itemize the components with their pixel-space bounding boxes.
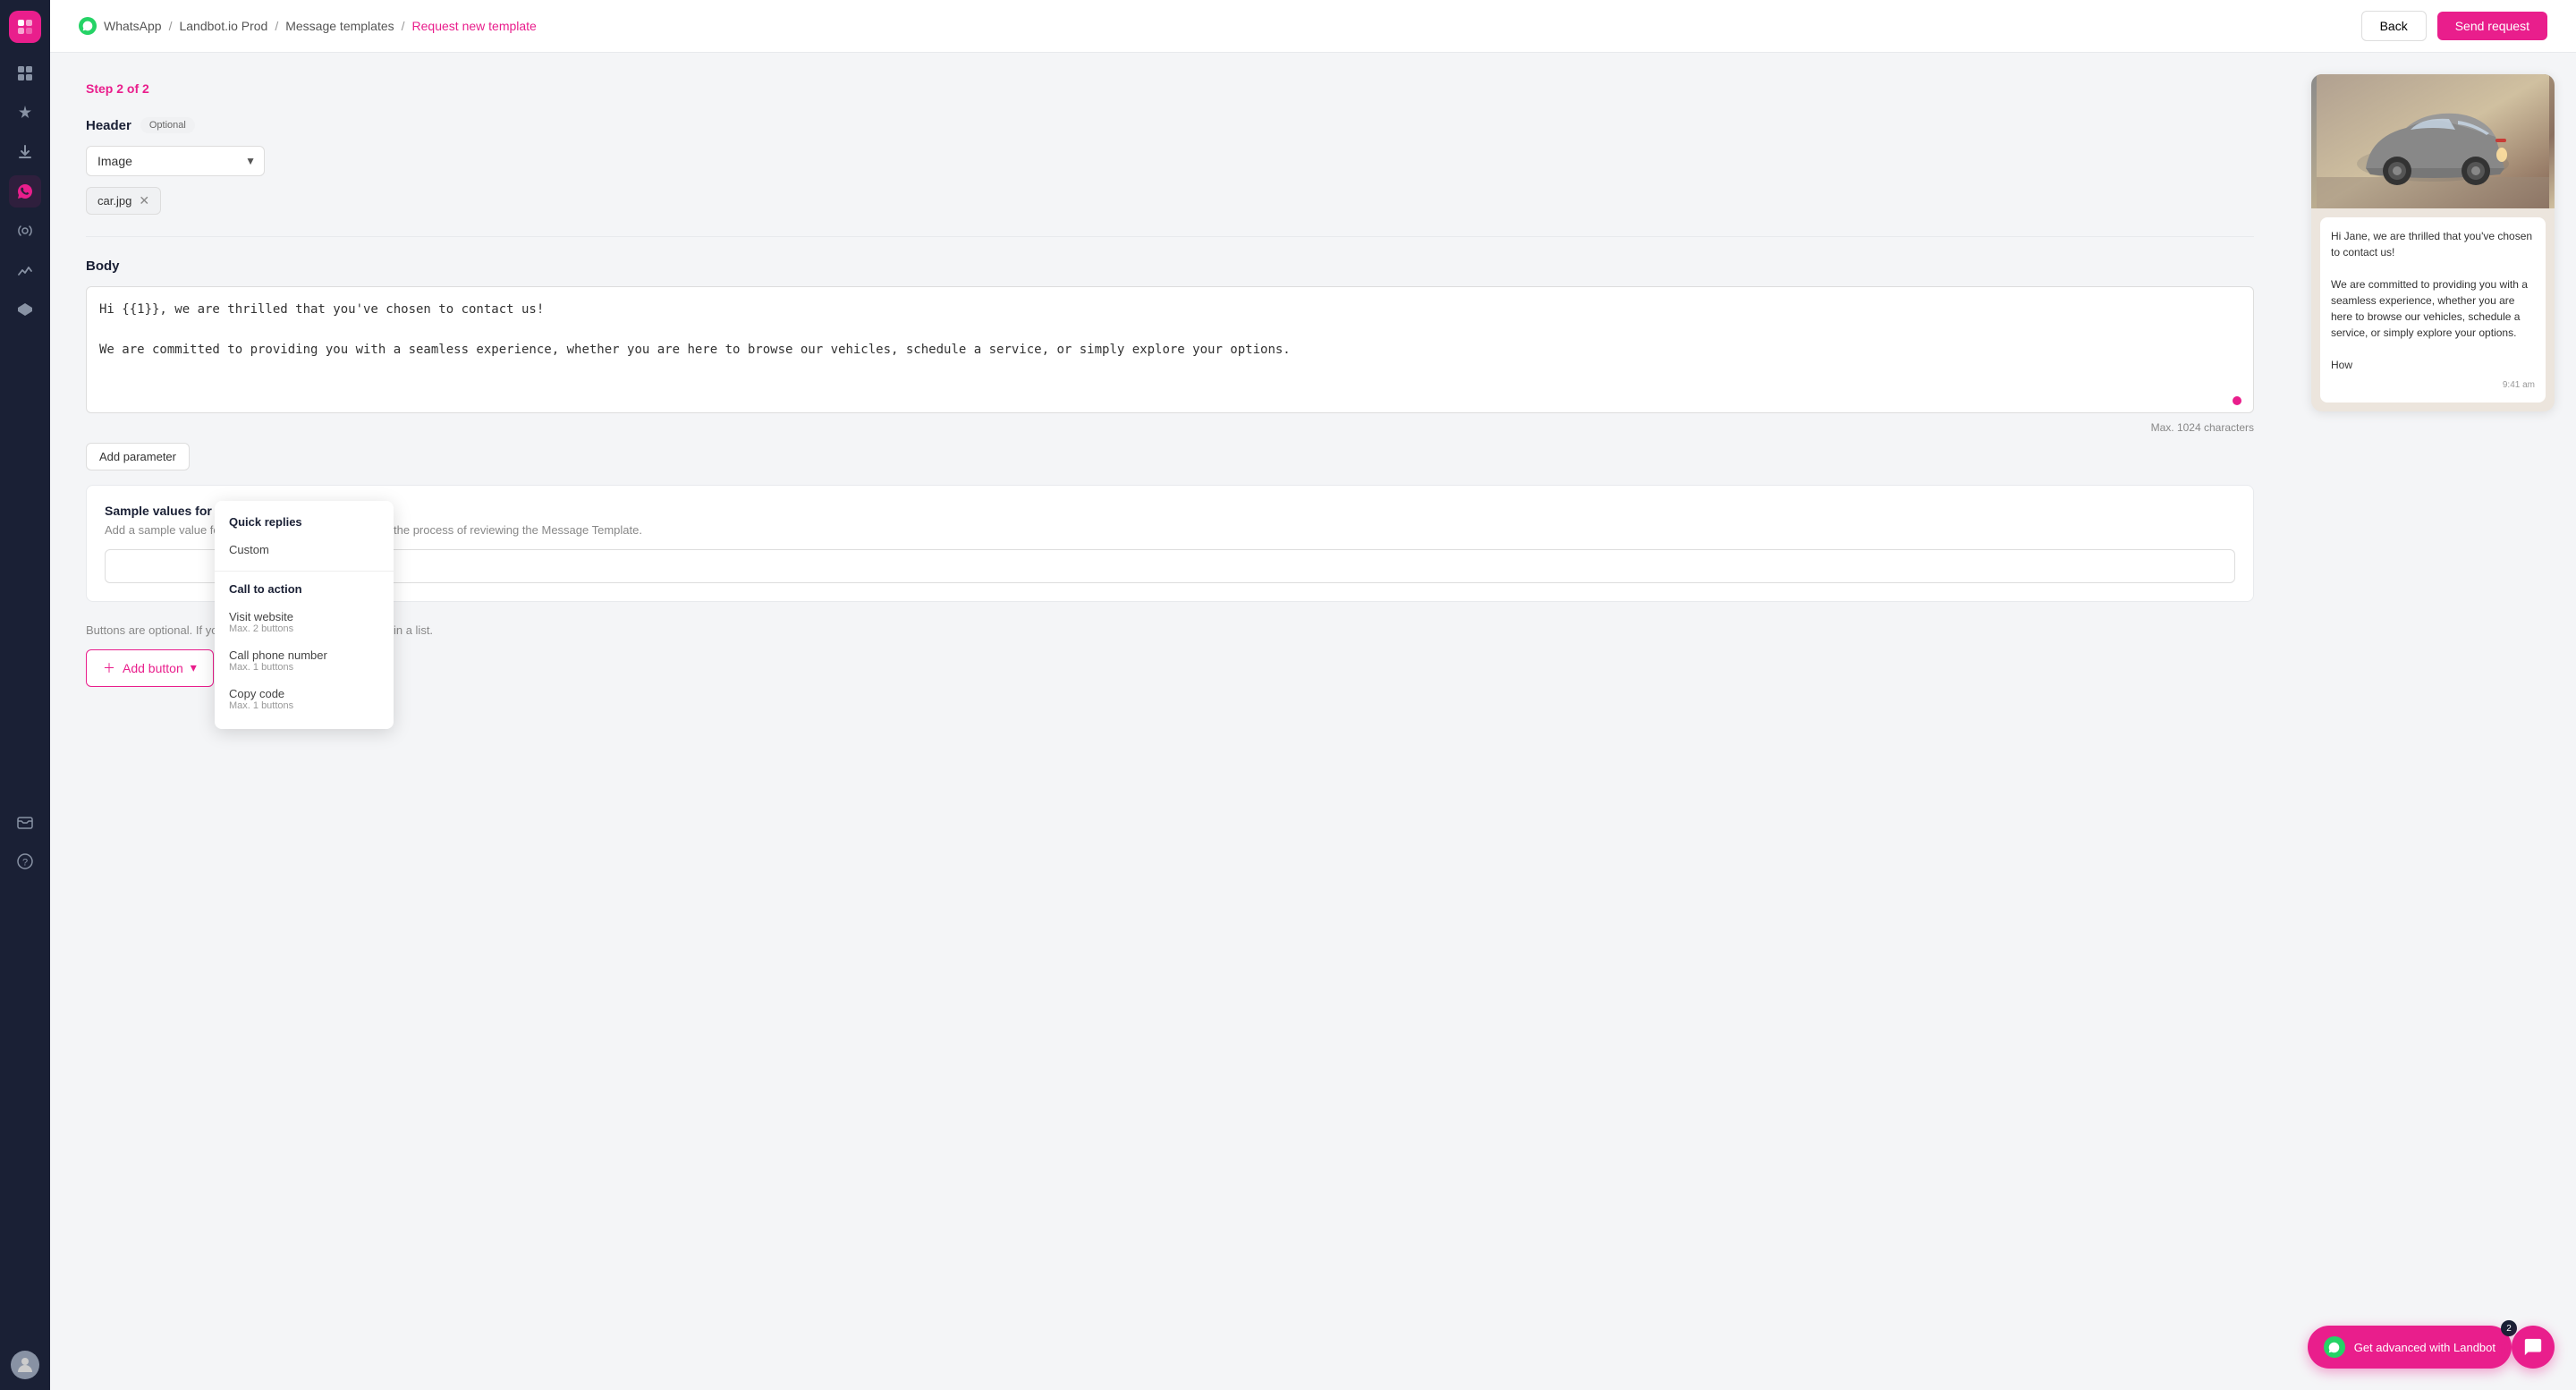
add-button-label: Add button	[123, 661, 183, 675]
sidebar-icon-grid[interactable]	[9, 57, 41, 89]
validation-dot	[2233, 396, 2241, 405]
sidebar-icon-help[interactable]: ?	[9, 845, 41, 877]
buttons-section: Buttons are optional. If you add more th…	[86, 623, 2254, 687]
add-parameter-button[interactable]: Add parameter	[86, 443, 190, 470]
sidebar-icon-download[interactable]	[9, 136, 41, 168]
buttons-note: Buttons are optional. If you add more th…	[86, 623, 2254, 637]
preview-text-3: How	[2331, 357, 2535, 373]
sample-desc: Add a sample value for each parameter, t…	[105, 523, 2235, 537]
copy-code-sub: Max. 1 buttons	[229, 700, 379, 711]
body-label: Body	[86, 259, 120, 274]
whatsapp-breadcrumb-icon	[79, 17, 97, 35]
sidebar-icon-broadcast[interactable]	[9, 215, 41, 247]
chat-widget-bubble[interactable]: Get advanced with Landbot 2	[2308, 1326, 2512, 1369]
visit-website-sub: Max. 2 buttons	[229, 623, 379, 634]
file-name: car.jpg	[97, 194, 131, 208]
preview-image	[2311, 74, 2555, 208]
sidebar-icon-inbox[interactable]	[9, 806, 41, 838]
breadcrumb-sep3: /	[402, 19, 405, 33]
call-to-action-label: Call to action	[215, 579, 394, 603]
svg-text:?: ?	[22, 858, 28, 869]
breadcrumb-sep1: /	[169, 19, 173, 33]
call-phone-sub: Max. 1 buttons	[229, 662, 379, 673]
breadcrumb-current: Request new template	[412, 19, 537, 33]
header-type-select-wrap: Image Text Video Document None ▼	[86, 146, 265, 176]
sidebar-icon-integrations[interactable]	[9, 293, 41, 326]
section-divider	[86, 236, 2254, 237]
topnav: WhatsApp / Landbot.io Prod / Message tem…	[50, 0, 2576, 53]
breadcrumb-whatsapp[interactable]: WhatsApp	[104, 19, 162, 33]
sidebar-icon-whatsapp[interactable]	[9, 175, 41, 208]
sidebar: ?	[0, 0, 50, 1390]
dropdown-item-call-phone[interactable]: Call phone number Max. 1 buttons	[215, 641, 394, 680]
send-request-button[interactable]: Send request	[2437, 12, 2547, 40]
user-avatar[interactable]	[11, 1351, 39, 1379]
back-button[interactable]: Back	[2361, 11, 2427, 41]
chat-widget[interactable]: Get advanced with Landbot 2	[2308, 1326, 2512, 1369]
call-phone-label: Call phone number	[229, 648, 379, 662]
dropdown-item-copy-code[interactable]: Copy code Max. 1 buttons	[215, 680, 394, 718]
sample-input[interactable]	[105, 549, 2235, 583]
logo[interactable]	[9, 11, 41, 43]
preview-text-2: We are committed to providing you with a…	[2331, 276, 2535, 341]
quick-replies-label: Quick replies	[215, 512, 394, 536]
chat-widget-wa-icon	[2324, 1336, 2345, 1358]
preview-panel: Hi Jane, we are thrilled that you've cho…	[2290, 53, 2576, 1390]
add-button-btn[interactable]: ＋ Add button ▾	[86, 649, 214, 687]
dropdown-divider	[215, 571, 394, 572]
breadcrumb: WhatsApp / Landbot.io Prod / Message tem…	[79, 17, 537, 35]
chat-widget-label: Get advanced with Landbot	[2354, 1341, 2496, 1354]
header-label: Header	[86, 118, 131, 133]
file-tag: car.jpg ✕	[86, 187, 161, 215]
breadcrumb-prod[interactable]: Landbot.io Prod	[179, 19, 267, 33]
sample-section: Sample values for the Body text Add a sa…	[86, 485, 2254, 602]
dropdown-item-visit-website[interactable]: Visit website Max. 2 buttons	[215, 603, 394, 641]
file-remove-button[interactable]: ✕	[139, 193, 149, 208]
sidebar-icon-sparkles[interactable]	[9, 97, 41, 129]
main-area: WhatsApp / Landbot.io Prod / Message tem…	[50, 0, 2576, 1390]
content-area: Step 2 of 2 Header Optional Image Text V…	[50, 53, 2576, 1390]
preview-bubble: Hi Jane, we are thrilled that you've cho…	[2320, 217, 2546, 403]
dropdown-item-custom[interactable]: Custom	[215, 536, 394, 564]
chat-icon-button[interactable]	[2512, 1326, 2555, 1369]
breadcrumb-sep2: /	[275, 19, 278, 33]
body-section-title: Body	[86, 259, 2254, 274]
preview-text-1: Hi Jane, we are thrilled that you've cho…	[2331, 228, 2535, 260]
header-type-select[interactable]: Image Text Video Document None	[86, 146, 265, 176]
button-type-dropdown: Quick replies Custom Call to action Visi…	[215, 501, 394, 729]
sidebar-icon-chart[interactable]	[9, 254, 41, 286]
body-textarea[interactable]: Hi {{1}}, we are thrilled that you've ch…	[86, 286, 2254, 413]
step-label: Step 2 of 2	[86, 81, 2254, 96]
form-panel: Step 2 of 2 Header Optional Image Text V…	[50, 53, 2290, 1390]
visit-website-label: Visit website	[229, 610, 379, 623]
plus-icon: ＋	[103, 659, 115, 677]
header-section-title: Header Optional	[86, 117, 2254, 133]
phone-preview: Hi Jane, we are thrilled that you've cho…	[2311, 74, 2555, 411]
breadcrumb-templates[interactable]: Message templates	[285, 19, 394, 33]
copy-code-label: Copy code	[229, 687, 379, 700]
body-textarea-wrap: Hi {{1}}, we are thrilled that you've ch…	[86, 286, 2254, 418]
preview-timestamp: 9:41 am	[2331, 378, 2535, 392]
char-limit-label: Max. 1024 characters	[86, 421, 2254, 434]
sample-title: Sample values for the Body text	[105, 504, 2235, 518]
chevron-down-icon: ▾	[191, 660, 197, 675]
optional-badge: Optional	[140, 117, 195, 133]
topnav-actions: Back Send request	[2361, 11, 2547, 41]
